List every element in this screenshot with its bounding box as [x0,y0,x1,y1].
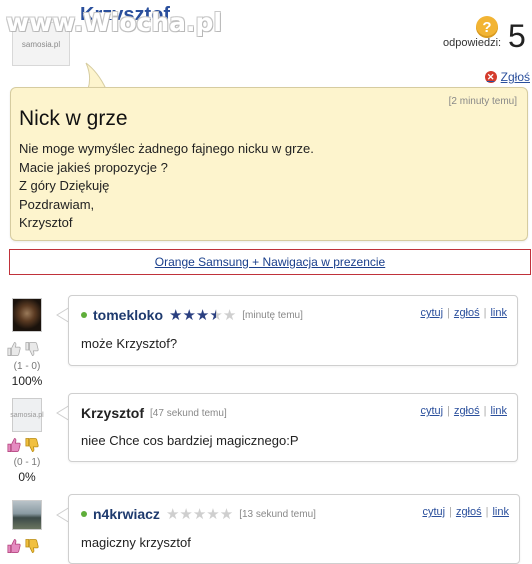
answer-card: Krzysztof [47 sekund temu] cytuj | zgłoś |… [68,393,518,462]
answer-header: tomekloko ★ ★ ★ ★ ★ [minutę temu] [81,307,303,323]
rating-stars: ★ ★ ★ ★ ★ [166,507,233,522]
watermark: www.Wiocha.pl [6,8,222,37]
question-line: Pozdrawiam, [19,196,95,212]
answer-time: [13 sekund temu] [239,508,316,520]
promo-banner: Orange Samsung + Nawigacja w prezencie [9,249,531,275]
thumbs-up-icon[interactable] [6,437,21,453]
bubble-tail [84,62,108,89]
permalink[interactable]: link [492,506,509,518]
vote-percent: 0% [18,470,36,484]
close-icon: ✕ [484,71,497,83]
star-icon: ★ [182,306,196,324]
thumbs-down-icon[interactable] [24,341,39,357]
quote-link[interactable]: cytuj [422,506,445,518]
star-icon: ★ [195,306,210,324]
thumbs-up-icon[interactable] [6,538,21,554]
report-link[interactable]: zgłoś [454,405,480,417]
answer-actions: cytuj | zgłoś | link [420,307,507,319]
question-line: Z góry Dziękuję [19,178,110,193]
answer-header: Krzysztof [47 sekund temu] [81,405,227,421]
thumbs-down-icon[interactable] [24,538,39,554]
star-empty-icon: ★ [222,306,237,324]
star-empty-icon: ★ [179,505,193,523]
report-link[interactable]: zgłoś [454,307,480,319]
question-card: [2 minuty temu] Nick w grze Nie moge wym… [10,87,528,241]
answer-actions: cytuj | zgłoś | link [422,506,509,518]
question-line: Krzysztof [19,215,73,230]
online-indicator [81,312,87,318]
answer-avatar[interactable]: samosia.pl [10,398,44,432]
question-body: Nie moge wymyślec żadnego fajnego nicku … [19,140,314,233]
online-indicator [81,511,87,517]
question-title: Nick w grze [19,107,128,130]
quote-link[interactable]: cytuj [420,307,443,319]
avatar-logo-text: samosia.pl [10,411,44,419]
question-mark-icon: ? [476,16,498,38]
star-empty-icon: ★ [219,505,234,523]
answer-card: n4krwiacz ★ ★ ★ ★ ★ [13 sekund temu] cytuj | … [68,494,520,564]
answer-header: n4krwiacz ★ ★ ★ ★ ★ [13 sekund temu] [81,506,316,522]
thumbs-up-icon[interactable] [6,341,21,357]
vote-percent: 100% [11,374,43,388]
answers-label: odpowiedzi: [443,37,502,49]
answer-text: niee Chce cos bardziej magicznego:P [81,433,299,448]
report-label: Zgłoś [500,70,530,84]
report-link[interactable]: zgłoś [456,506,482,518]
question-line: Nie moge wymyślec żadnego fajnego nicku … [19,141,314,156]
answer-author[interactable]: n4krwiacz [93,506,160,522]
question-line: Macie jakieś propozycje ? [19,159,168,175]
star-half-icon: ★ [209,306,223,324]
vote-ratio: (1 - 0) [13,361,41,372]
vote-controls [6,538,39,554]
vote-ratio: (0 - 1) [13,457,41,468]
quote-link[interactable]: cytuj [420,405,443,417]
question-time: [2 minuty temu] [448,96,517,107]
permalink[interactable]: link [490,405,507,417]
star-empty-icon: ★ [192,505,207,523]
answer-text: magiczny krzysztof [81,535,191,550]
permalink[interactable]: link [490,307,507,319]
vote-controls [6,437,39,453]
star-empty-icon: ★ [206,505,220,523]
report-question-link[interactable]: ✕ Zgłoś [484,70,530,84]
answer-author[interactable]: tomekloko [93,307,163,323]
promo-link[interactable]: Orange Samsung + Nawigacja w prezencie [155,255,385,269]
answer-actions: cytuj | zgłoś | link [420,405,507,417]
answers-count: 5 [508,18,526,54]
answer-author[interactable]: Krzysztof [81,405,144,421]
answer-time: [47 sekund temu] [150,407,227,419]
rating-stars: ★ ★ ★ ★ ★ [169,308,236,323]
vote-controls [6,341,39,357]
thumbs-down-icon[interactable] [24,437,39,453]
answer-avatar[interactable] [12,500,42,530]
star-empty-icon: ★ [165,505,180,523]
answer-card: tomekloko ★ ★ ★ ★ ★ [minutę temu] cytuj | zgł… [68,295,518,366]
answer-time: [minutę temu] [242,309,303,321]
answer-text: może Krzysztof? [81,336,178,351]
answer-avatar[interactable] [12,298,42,332]
avatar-logo-text: samosia.pl [21,39,61,49]
star-icon: ★ [169,306,183,324]
